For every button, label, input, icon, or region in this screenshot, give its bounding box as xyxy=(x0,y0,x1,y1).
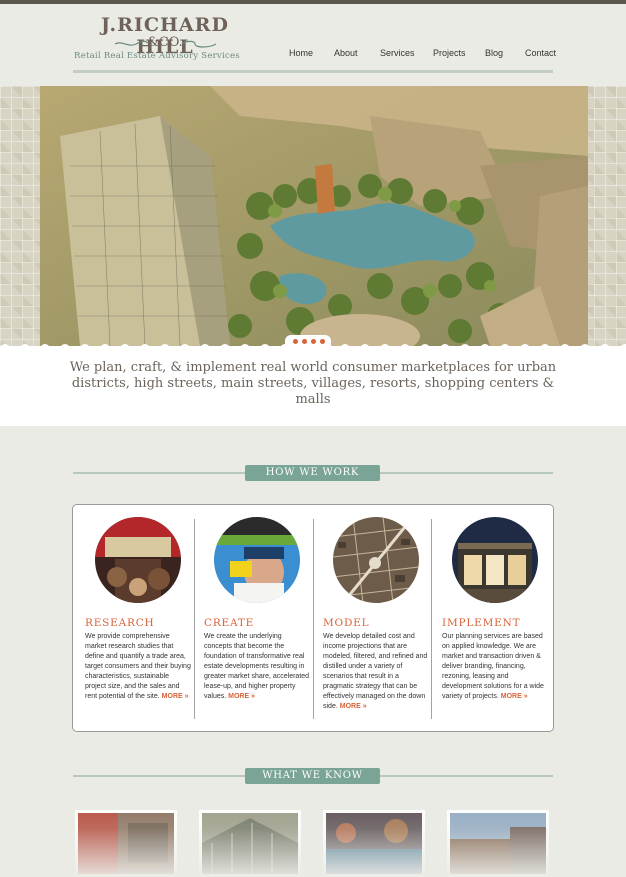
model-column: MODEL We develop detailed cost and incom… xyxy=(323,516,429,712)
model-more-link[interactable]: MORE » xyxy=(340,703,367,710)
logo[interactable]: J.RICHARD HILL &CO. Retail Real Estate A… xyxy=(70,14,260,70)
mission-statement: We plan, craft, & implement real world c… xyxy=(69,360,557,407)
logo-swirl-right-icon xyxy=(181,40,217,48)
implement-title: IMPLEMENT xyxy=(442,617,521,629)
research-title: RESEARCH xyxy=(85,617,155,629)
hero-slider[interactable] xyxy=(0,86,626,346)
nav-contact[interactable]: Contact xyxy=(525,48,556,58)
hero-aerial-rendering-image xyxy=(40,86,588,346)
main-nav: Home About Services Projects Blog Contac… xyxy=(270,48,560,62)
research-column: RESEARCH We provide comprehensive market… xyxy=(85,517,191,702)
model-title: MODEL xyxy=(323,617,370,629)
how-we-work-panel: RESEARCH We provide comprehensive market… xyxy=(72,504,554,732)
research-more-link[interactable]: MORE » xyxy=(162,693,189,700)
nav-about[interactable]: About xyxy=(334,48,358,58)
how-we-work-heading: HOW WE WORK xyxy=(245,465,380,481)
nav-services[interactable]: Services xyxy=(380,48,415,58)
slider-dot-4[interactable] xyxy=(320,339,325,344)
create-title: CREATE xyxy=(204,617,255,629)
research-text: We provide comprehensive market research… xyxy=(85,633,191,700)
model-text: We develop detailed cost and income proj… xyxy=(323,633,428,710)
implement-image[interactable] xyxy=(452,517,538,603)
research-image[interactable] xyxy=(95,517,181,603)
create-more-link[interactable]: MORE » xyxy=(228,693,255,700)
top-bar xyxy=(0,0,626,4)
slider-dot-3[interactable] xyxy=(311,339,316,344)
model-image[interactable] xyxy=(332,516,420,604)
implement-more-link[interactable]: MORE » xyxy=(501,693,528,700)
logo-tagline: Retail Real Estate Advisory Services xyxy=(74,51,240,61)
logo-amp: &CO. xyxy=(147,35,183,50)
header-divider xyxy=(73,70,553,73)
slider-dot-2[interactable] xyxy=(302,339,307,344)
what-we-know-heading: WHAT WE KNOW xyxy=(245,768,380,784)
mission-band: We plan, craft, & implement real world c… xyxy=(0,346,626,426)
slider-dot-1[interactable] xyxy=(293,339,298,344)
column-divider xyxy=(313,519,314,719)
create-image[interactable] xyxy=(214,517,300,603)
nav-projects[interactable]: Projects xyxy=(433,48,466,58)
create-column: CREATE We create the underlying concepts… xyxy=(204,517,310,702)
create-text: We create the underlying concepts that b… xyxy=(204,633,310,700)
column-divider xyxy=(194,519,195,719)
thumbnail-fade-overlay xyxy=(0,796,626,877)
nav-home[interactable]: Home xyxy=(289,48,313,58)
implement-text: Our planning services are based on appli… xyxy=(442,633,544,700)
nav-blog[interactable]: Blog xyxy=(485,48,503,58)
implement-column: IMPLEMENT Our planning services are base… xyxy=(442,517,548,702)
slider-pagination xyxy=(285,335,331,347)
column-divider xyxy=(431,519,432,719)
